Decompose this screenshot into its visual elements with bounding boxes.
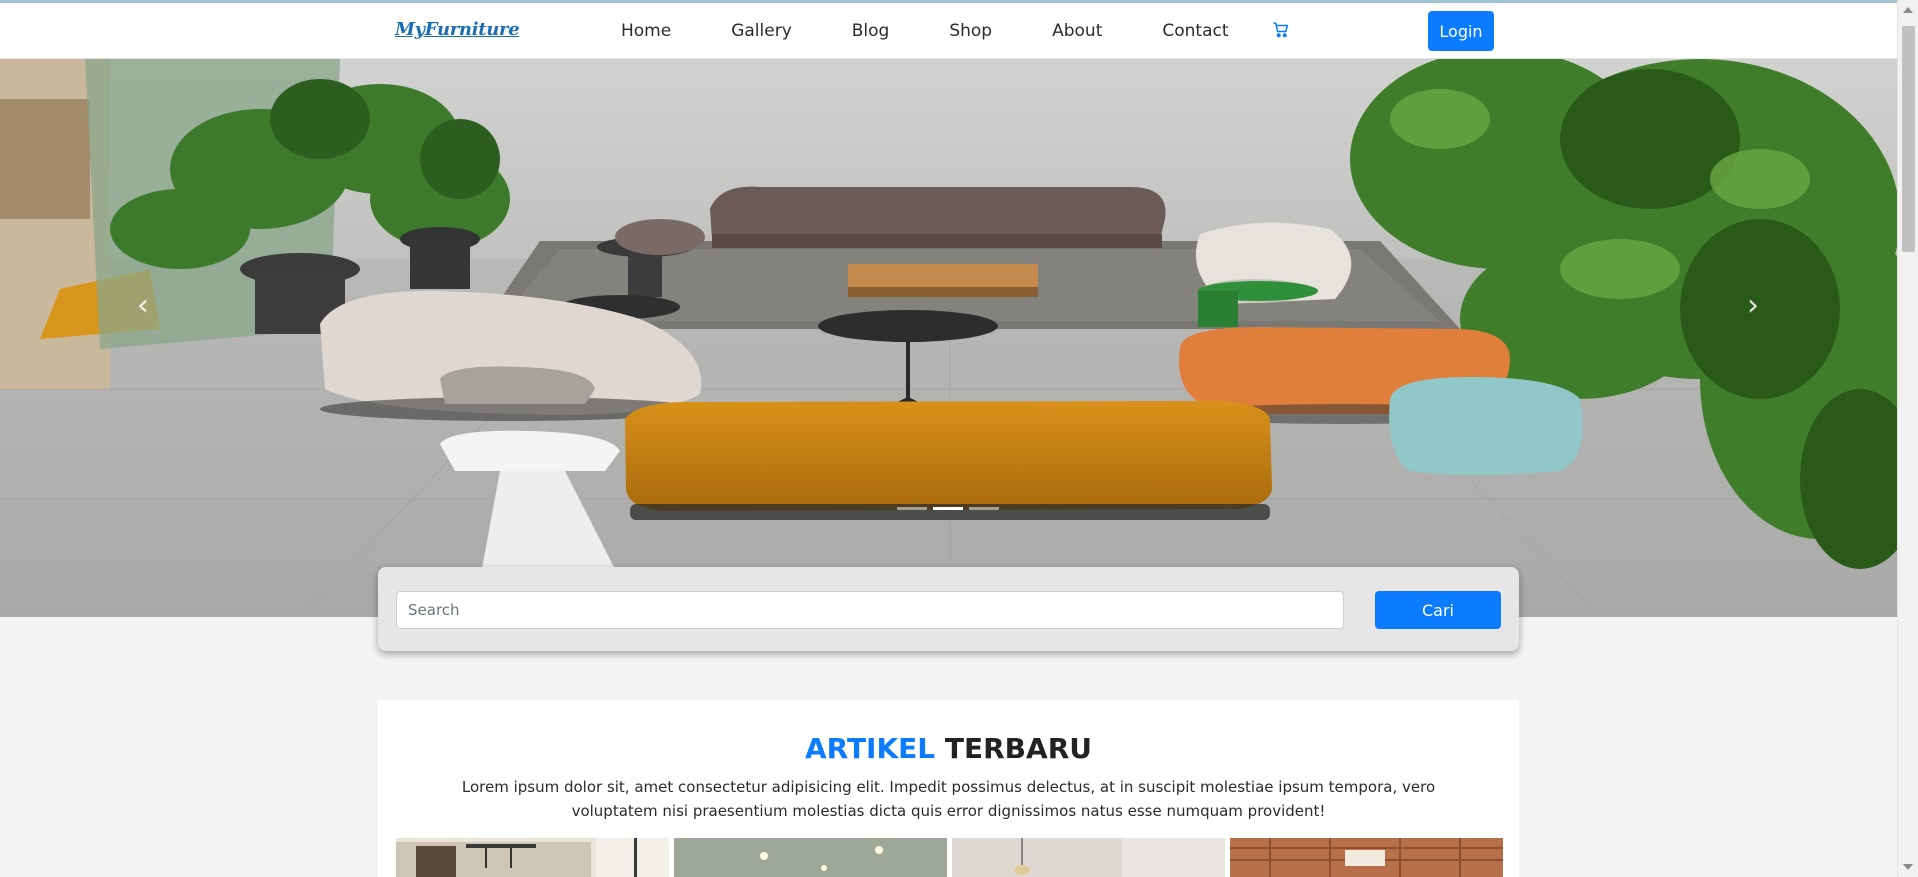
- search-button[interactable]: Cari: [1375, 591, 1501, 629]
- nav-item-home[interactable]: Home: [621, 21, 671, 41]
- nav-item-contact[interactable]: Contact: [1162, 21, 1228, 41]
- shopping-cart-icon[interactable]: [1272, 21, 1290, 39]
- nav-item-gallery[interactable]: Gallery: [731, 21, 792, 41]
- nav-links: Home Gallery Blog Shop About Contact: [621, 3, 1229, 59]
- latest-articles-section: ARTIKEL TERBARU Lorem ipsum dolor sit, a…: [378, 700, 1519, 877]
- scroll-up-icon[interactable]: [1903, 7, 1913, 13]
- carousel-prev-icon[interactable]: ‹: [128, 291, 158, 321]
- carousel-indicators: [897, 507, 999, 510]
- carousel-next-icon[interactable]: ›: [1738, 291, 1768, 321]
- nav-item-shop[interactable]: Shop: [949, 21, 992, 41]
- hero-image: [0, 59, 1897, 617]
- section-title: ARTIKEL TERBARU: [378, 732, 1519, 765]
- brand-logo[interactable]: MyFurniture: [395, 19, 520, 40]
- article-thumbnail[interactable]: [396, 838, 669, 877]
- nav-item-about[interactable]: About: [1052, 21, 1102, 41]
- search-input[interactable]: [396, 591, 1344, 629]
- login-button[interactable]: Login: [1428, 11, 1494, 51]
- article-thumbnail[interactable]: [674, 838, 947, 877]
- scroll-down-icon[interactable]: [1903, 864, 1913, 870]
- carousel-indicator-active[interactable]: [933, 507, 963, 510]
- article-thumbnails: [396, 838, 1503, 877]
- page-scrollbar[interactable]: [1897, 0, 1918, 877]
- section-title-rest: TERBARU: [944, 732, 1092, 765]
- search-card: Cari: [378, 567, 1519, 651]
- navbar: MyFurniture Home Gallery Blog Shop About…: [0, 3, 1897, 59]
- scrollbar-thumb[interactable]: [1902, 26, 1915, 252]
- carousel-indicator[interactable]: [969, 507, 999, 510]
- nav-item-blog[interactable]: Blog: [852, 21, 890, 41]
- section-title-accent: ARTIKEL: [804, 732, 936, 765]
- article-thumbnail[interactable]: [952, 838, 1225, 877]
- article-thumbnail[interactable]: [1230, 838, 1503, 877]
- hero-carousel: ‹ ›: [0, 59, 1897, 617]
- carousel-indicator[interactable]: [897, 507, 927, 510]
- section-description: Lorem ipsum dolor sit, amet consectetur …: [461, 778, 1436, 820]
